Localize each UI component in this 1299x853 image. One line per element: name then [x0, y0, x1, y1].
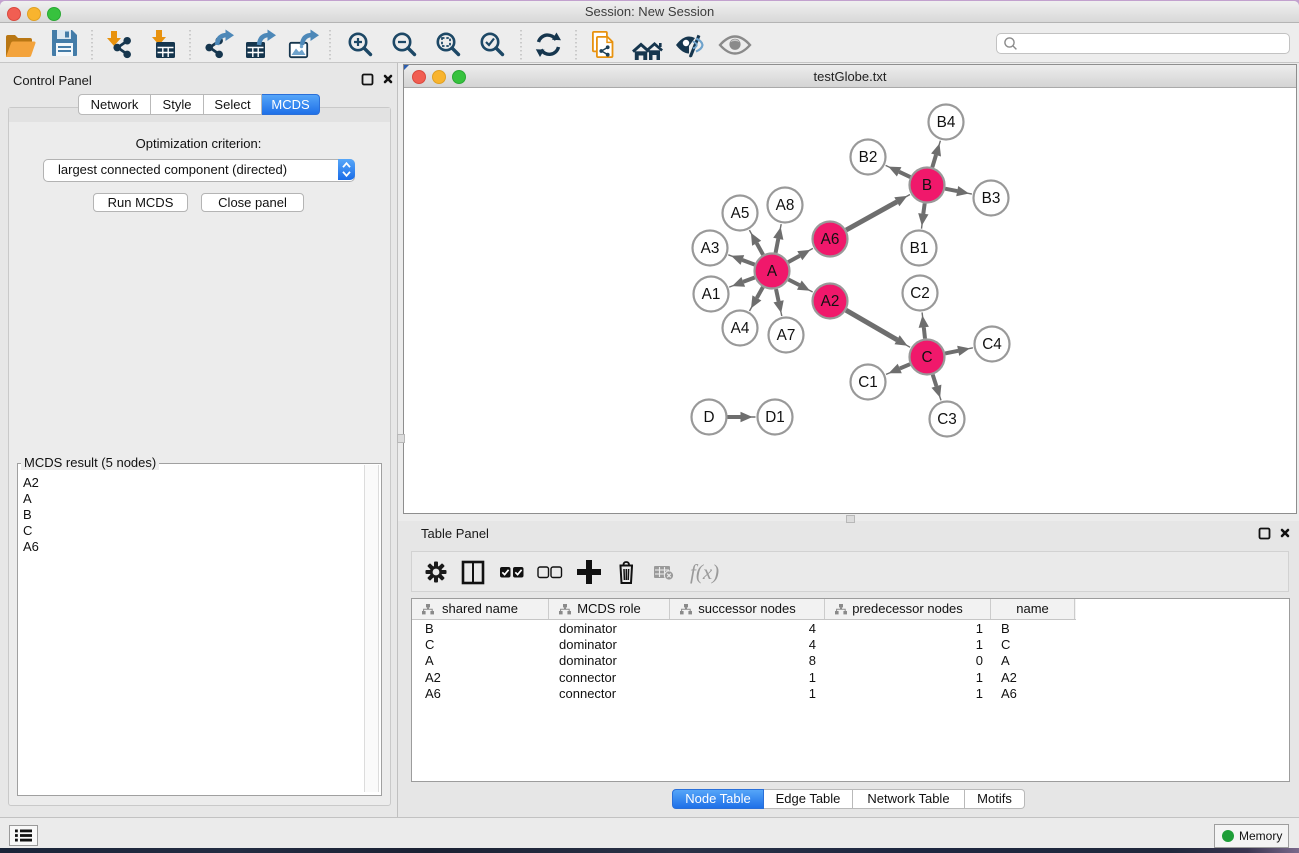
svg-text:A4: A4: [731, 320, 750, 337]
svg-text:B3: B3: [982, 190, 1001, 207]
svg-text:C4: C4: [982, 336, 1002, 353]
svg-text:A6: A6: [821, 231, 840, 248]
svg-text:B4: B4: [937, 114, 956, 131]
svg-text:A7: A7: [777, 327, 796, 344]
svg-text:A1: A1: [702, 286, 721, 303]
svg-text:B1: B1: [910, 240, 929, 257]
svg-text:C1: C1: [858, 374, 878, 391]
svg-text:f(x): f(x): [690, 560, 719, 584]
svg-text:C2: C2: [910, 285, 930, 302]
svg-text:A5: A5: [731, 205, 750, 222]
svg-text:C: C: [921, 349, 932, 366]
svg-text:A: A: [767, 263, 778, 280]
svg-text:A2: A2: [821, 293, 840, 310]
svg-text:A3: A3: [701, 240, 720, 257]
svg-text:D1: D1: [765, 409, 785, 426]
svg-text:B2: B2: [859, 149, 878, 166]
svg-text:B: B: [922, 177, 932, 194]
svg-text:D: D: [703, 409, 714, 426]
svg-text:A8: A8: [776, 197, 795, 214]
svg-text:C3: C3: [937, 411, 957, 428]
